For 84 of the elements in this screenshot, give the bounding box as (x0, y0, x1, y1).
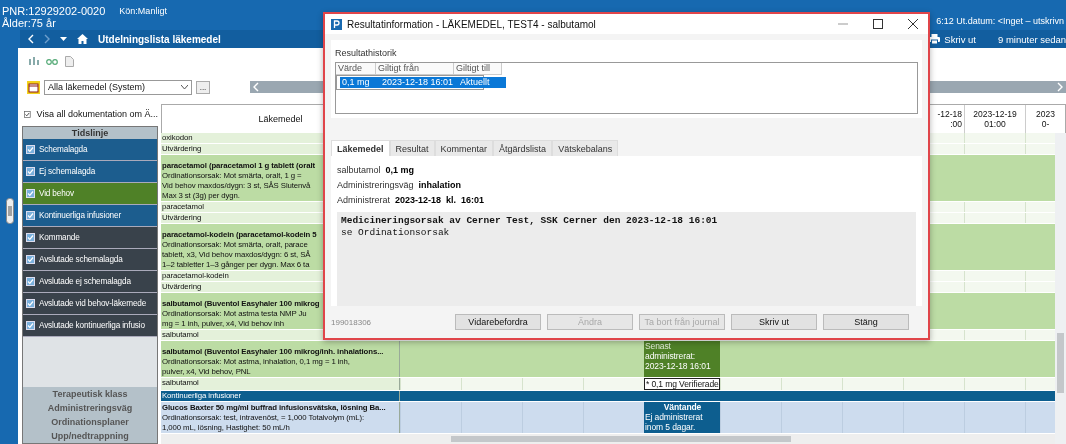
list-cell[interactable]: 2023-12-18 16:01 (380, 77, 458, 88)
time-slot-cell[interactable] (964, 213, 1025, 223)
checkbox[interactable] (24, 109, 31, 119)
show-all-checkbox[interactable]: Visa all dokumentation om Ä... (22, 104, 158, 124)
category-label[interactable]: Ordinationsplaner (23, 415, 157, 429)
caret-icon[interactable] (60, 37, 67, 41)
list-column-header[interactable]: Giltigt till (454, 63, 502, 75)
time-slot-cell[interactable] (964, 271, 1025, 281)
time-slot-cell[interactable] (1025, 133, 1055, 143)
time-slot-cell[interactable] (1025, 144, 1055, 154)
time-slot-cell[interactable] (583, 378, 644, 390)
time-slot-cell[interactable] (781, 378, 842, 390)
page-title: Utdelningslista läkemedel (98, 33, 221, 45)
panel-handle-icon[interactable] (6, 198, 14, 224)
list-column-header[interactable]: Giltigt från (376, 63, 454, 75)
dialog-button[interactable]: Stäng (823, 314, 909, 330)
timeline-filter[interactable]: Vid behov (23, 183, 157, 205)
list-column-header[interactable]: Värde (336, 63, 376, 75)
caret-icon (181, 85, 188, 89)
timeline-filter[interactable]: Avslutade schemalagda (23, 249, 157, 271)
time-slot-cell[interactable] (1025, 282, 1055, 292)
back-icon[interactable] (28, 34, 34, 44)
time-slot-cell[interactable] (842, 378, 903, 390)
time-slot-cell[interactable] (964, 330, 1025, 340)
maximize-icon[interactable] (873, 19, 883, 29)
time-slot-cell[interactable] (964, 144, 1025, 154)
patient-gender: Kön:Manligt (119, 5, 167, 17)
timeline-filter[interactable]: Avslutade kontinuerliga infusio (23, 315, 157, 337)
field-value: inhalation (418, 179, 462, 190)
time-slot-cell[interactable] (461, 378, 522, 390)
discharge-info: 6:12 Ut.datum: <Inget – utskrivn (936, 15, 1065, 28)
pending-status[interactable]: Väntande Ej administrerat inom 5 dagar. (644, 402, 720, 433)
forward-icon[interactable] (44, 34, 50, 44)
time-slot-cell[interactable] (720, 378, 781, 390)
tab[interactable]: Läkemedel (331, 140, 390, 156)
tab[interactable]: Resultat (389, 140, 435, 156)
document-icon[interactable] (65, 55, 74, 67)
calendar-icon[interactable] (27, 80, 40, 94)
timeline-filter[interactable]: Avslutade ej schemalagda (23, 271, 157, 293)
time-slot-cell[interactable] (903, 378, 964, 390)
dialog-button[interactable]: Vidarebefordra (455, 314, 541, 330)
timeline-filter[interactable]: Kommande (23, 227, 157, 249)
timeline-filter[interactable]: Schemalagda (23, 139, 157, 161)
list-cell[interactable]: Aktuellt (458, 77, 506, 88)
close-icon[interactable] (908, 19, 918, 29)
time-slot-cell[interactable] (964, 378, 1025, 390)
time-slot-cell[interactable] (1025, 378, 1055, 390)
note-field[interactable]: Medicineringsorsak av Cerner Test, SSK Cerner den 2023-12-18 16:01 se Ordinationsorsak (337, 212, 916, 306)
tab[interactable]: Åtgärdslista (493, 140, 553, 156)
verified-entry[interactable]: * 0,1 mg Verifierade (644, 378, 720, 390)
filter-dropdown[interactable]: Alla läkemedel (System) (44, 79, 192, 95)
app-icon (331, 18, 342, 30)
panel-title: Tidslinje (23, 127, 157, 139)
record-id: 199018306 (331, 317, 373, 327)
tab[interactable]: Vätskebalans (552, 140, 619, 156)
time-slot-cell[interactable] (1025, 202, 1055, 212)
more-button[interactable]: ... (196, 80, 210, 94)
time-slot-cell[interactable] (964, 133, 1025, 143)
category-label[interactable]: Administreringsväg (23, 401, 157, 415)
home-icon[interactable] (77, 34, 88, 44)
horizontal-scrollbar[interactable] (161, 434, 1055, 444)
time-slot-cell[interactable] (400, 378, 461, 390)
timeline-filter[interactable]: Avslutade vid behov-läkemede (23, 293, 157, 315)
time-slot-cell[interactable] (1025, 213, 1055, 223)
dialog-button[interactable]: Skriv ut (731, 314, 817, 330)
category-label[interactable]: Upp/nedtrappning (23, 429, 157, 443)
group-title: Resultathistorik (334, 48, 398, 58)
dialog-title: Resultatinformation - LÄKEMEDEL, TEST4 - salbutamol (347, 18, 596, 30)
field-label: salbutamol (337, 164, 381, 175)
list-cell[interactable]: 0,1 mg (340, 77, 380, 88)
time-slot-cell[interactable] (522, 378, 583, 390)
category-label[interactable]: Terapeutisk klass (23, 387, 157, 401)
refresh-button[interactable]: 9 minuter sedan (986, 33, 1066, 45)
timeline-filter[interactable]: Ej schemalagda (23, 161, 157, 183)
patient-id: PNR:12929202-0020 (2, 5, 106, 17)
timeline-filter[interactable]: Kontinuerliga infusioner (23, 205, 157, 227)
tab[interactable]: Kommentar (434, 140, 494, 156)
time-slot-cell[interactable] (1025, 330, 1055, 340)
time-slot-cell[interactable] (964, 282, 1025, 292)
patient-age: Ålder:75 år (2, 17, 57, 29)
time-slot-cell[interactable] (1025, 271, 1055, 281)
vertical-scrollbar[interactable] (1055, 133, 1066, 444)
time-slot-cell[interactable] (964, 202, 1025, 212)
administered-status[interactable]: Senast administrerat: 2023-12-18 16:01 (644, 341, 720, 377)
